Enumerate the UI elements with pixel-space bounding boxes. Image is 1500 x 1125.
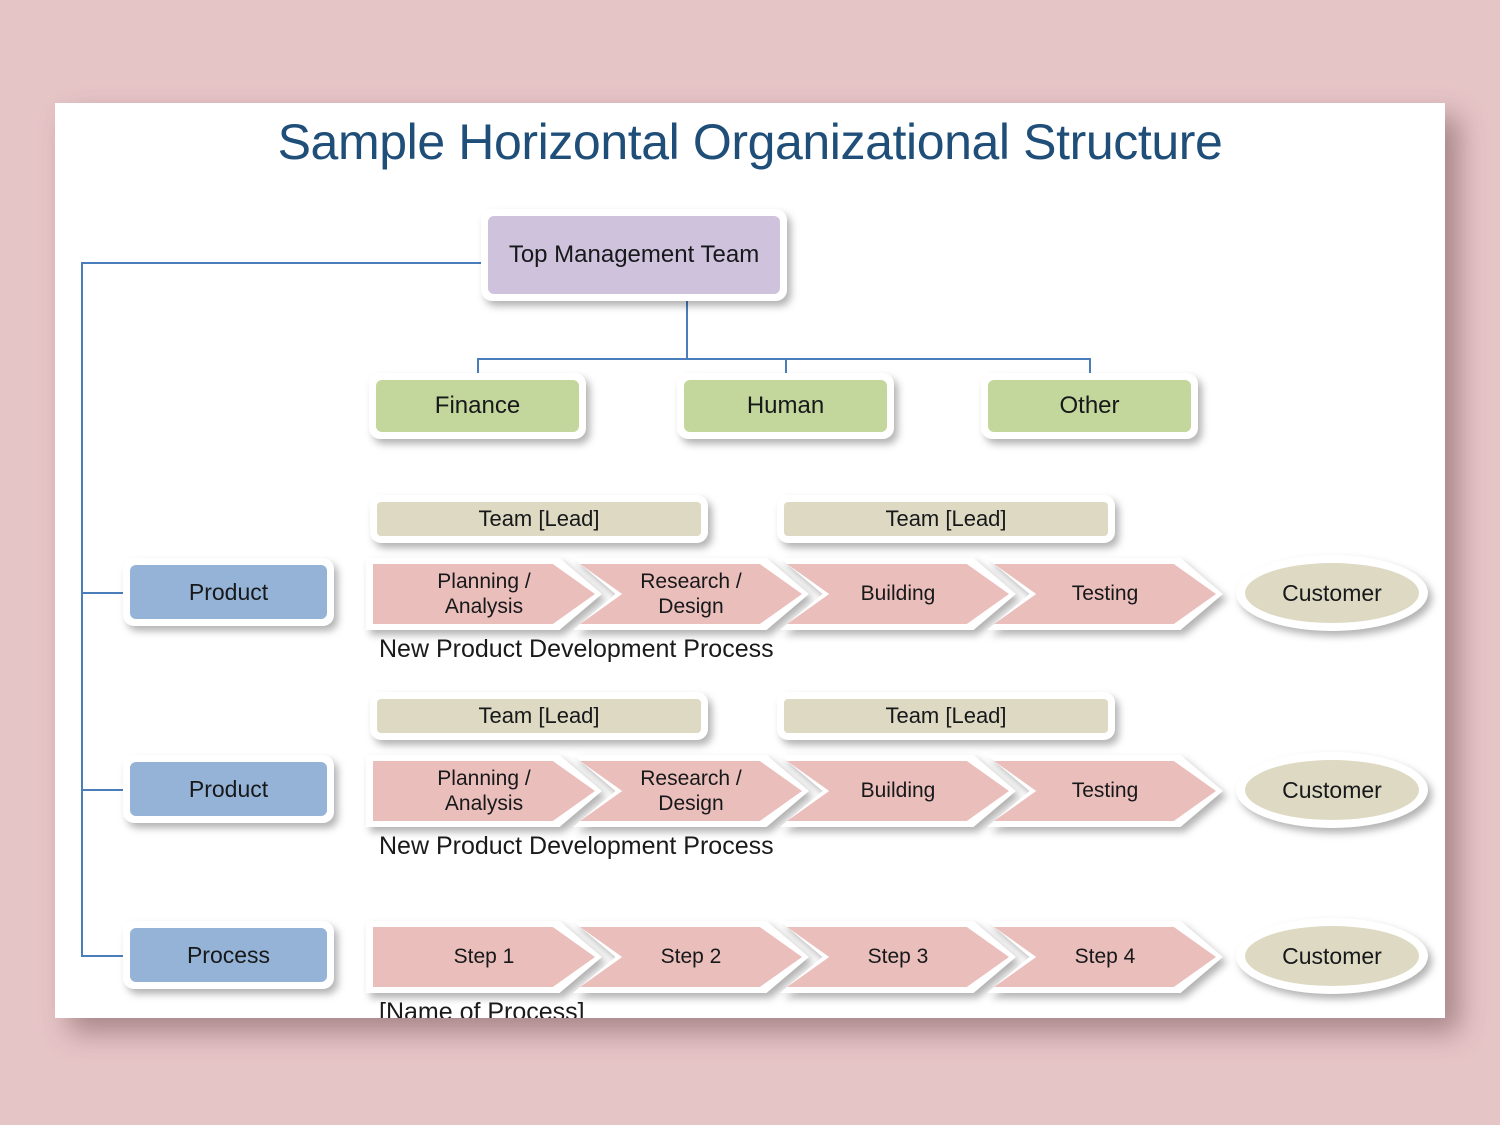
node-top-management[interactable]: Top Management Team — [481, 209, 787, 301]
node-human[interactable]: Human — [677, 373, 894, 439]
row-1-owner-label: Product — [130, 565, 327, 619]
node-human-label: Human — [684, 380, 887, 432]
row-1-customer[interactable]: Customer — [1236, 555, 1428, 631]
row-2-team-lead-1[interactable]: Team [Lead] — [370, 692, 708, 740]
row-2-team-lead-2[interactable]: Team [Lead] — [777, 692, 1115, 740]
row-2-customer-label: Customer — [1245, 760, 1419, 820]
row-1-step-1[interactable]: Planning / Analysis — [366, 558, 602, 630]
row-1-step-4-label: Testing — [994, 564, 1216, 624]
row-3-customer[interactable]: Customer — [1236, 918, 1428, 994]
row-2-step-2-label: Research / Design — [580, 761, 802, 821]
row-1-team-lead-2-label: Team [Lead] — [784, 502, 1108, 536]
node-finance-label: Finance — [376, 380, 579, 432]
row-2-owner-label: Product — [130, 762, 327, 816]
connector-functions-bus — [477, 358, 1090, 360]
row-1-step-4[interactable]: Testing — [987, 558, 1223, 630]
row-1-owner[interactable]: Product — [123, 558, 334, 626]
row-1-step-2-label: Research / Design — [580, 564, 802, 624]
row-2-step-4[interactable]: Testing — [987, 755, 1223, 827]
node-other-label: Other — [988, 380, 1191, 432]
row-1-step-1-label: Planning / Analysis — [373, 564, 595, 624]
connector-spine-vertical — [81, 262, 83, 956]
row-3-owner-label: Process — [130, 928, 327, 982]
page-title: Sample Horizontal Organizational Structu… — [277, 114, 1223, 170]
row-3-caption: [Name of Process] — [379, 998, 585, 1018]
row-1-step-3[interactable]: Building — [780, 558, 1016, 630]
row-2-step-1[interactable]: Planning / Analysis — [366, 755, 602, 827]
row-2-step-2[interactable]: Research / Design — [573, 755, 809, 827]
node-other[interactable]: Other — [981, 373, 1198, 439]
row-3-customer-label: Customer — [1245, 926, 1419, 986]
row-3-owner[interactable]: Process — [123, 921, 334, 989]
row-2-customer[interactable]: Customer — [1236, 752, 1428, 828]
row-1-caption: New Product Development Process — [379, 635, 774, 663]
connector-spine-top — [81, 262, 482, 264]
row-2-owner[interactable]: Product — [123, 755, 334, 823]
row-3-step-4[interactable]: Step 4 — [987, 921, 1223, 993]
row-2-caption: New Product Development Process — [379, 832, 774, 860]
connector-top-down — [686, 301, 688, 360]
row-3-step-3[interactable]: Step 3 — [780, 921, 1016, 993]
node-finance[interactable]: Finance — [369, 373, 586, 439]
row-3-step-2-label: Step 2 — [580, 927, 802, 987]
row-1-team-lead-1-label: Team [Lead] — [377, 502, 701, 536]
row-3-step-2[interactable]: Step 2 — [573, 921, 809, 993]
row-1-customer-label: Customer — [1245, 563, 1419, 623]
row-2-team-lead-1-label: Team [Lead] — [377, 699, 701, 733]
row-1-step-2[interactable]: Research / Design — [573, 558, 809, 630]
row-1-team-lead-1[interactable]: Team [Lead] — [370, 495, 708, 543]
row-3-step-1-label: Step 1 — [373, 927, 595, 987]
slide-canvas: Sample Horizontal Organizational Structu… — [55, 103, 1445, 1018]
row-2-step-1-label: Planning / Analysis — [373, 761, 595, 821]
row-2-team-lead-2-label: Team [Lead] — [784, 699, 1108, 733]
row-3-step-4-label: Step 4 — [994, 927, 1216, 987]
row-1-team-lead-2[interactable]: Team [Lead] — [777, 495, 1115, 543]
row-2-step-3[interactable]: Building — [780, 755, 1016, 827]
row-2-step-4-label: Testing — [994, 761, 1216, 821]
node-top-management-label: Top Management Team — [488, 216, 780, 294]
row-1-step-3-label: Building — [787, 564, 1009, 624]
row-3-step-1[interactable]: Step 1 — [366, 921, 602, 993]
row-3-step-3-label: Step 3 — [787, 927, 1009, 987]
row-2-step-3-label: Building — [787, 761, 1009, 821]
